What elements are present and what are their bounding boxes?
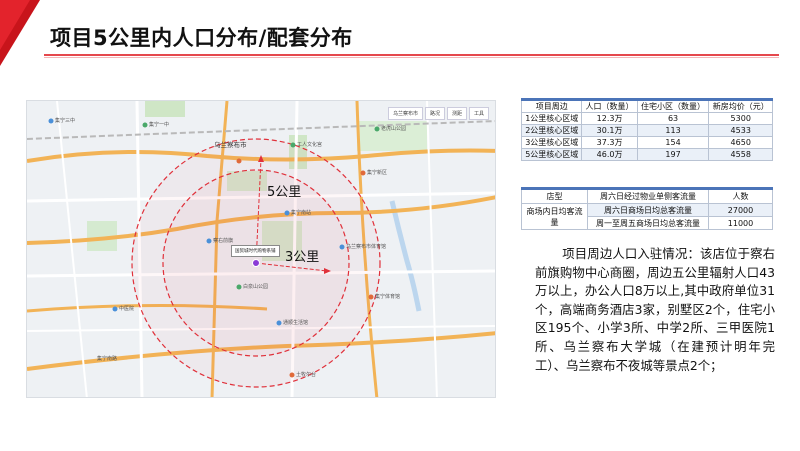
traffic-table: 店型 周六日经过物业单侧客流量 人数 商场内日均客流量 周六日商场日均总客流量 … — [521, 187, 773, 230]
poi-icon[interactable] — [360, 170, 366, 176]
poi-icon[interactable] — [112, 306, 118, 312]
poi-icon[interactable] — [289, 372, 295, 378]
map-place-label: 集宁体育馆 — [375, 294, 401, 300]
poi-icon[interactable] — [290, 142, 296, 148]
map-place-label: 老虎山公园 — [381, 126, 407, 132]
road — [426, 101, 438, 397]
table-row: 3公里核心区域 37.3万 154 4650 — [520, 136, 773, 149]
table-cell: 周六日商场日均总客流量 — [587, 203, 709, 217]
table-row-label: 商场内日均客流量 — [521, 203, 588, 230]
table-header-cell: 人口（数量） — [581, 98, 638, 113]
table-header-row: 项目周边 人口（数量） 住宅小区（数量） 新房均价（元） — [520, 98, 773, 113]
map-traffic-button[interactable]: 路况 — [424, 107, 445, 120]
map-place-label: 乌兰察布市体育馆 — [346, 244, 387, 250]
table-cell: 4533 — [708, 124, 773, 137]
table-cell: 2公里核心区域 — [520, 124, 583, 137]
poi-icon[interactable] — [339, 244, 345, 250]
table-cell: 4558 — [708, 148, 773, 161]
table-cell: 30.1万 — [581, 124, 638, 137]
population-table: 项目周边 人口（数量） 住宅小区（数量） 新房均价（元） 1公里核心区域 12.… — [520, 98, 773, 161]
table-cell: 3公里核心区域 — [520, 136, 583, 149]
poi-icon[interactable] — [276, 320, 282, 326]
project-location-label: 国贸城时代购物系铺 — [231, 245, 280, 257]
title-underline — [44, 54, 779, 56]
table-header-cell: 项目周边 — [520, 98, 583, 113]
poi-icon[interactable] — [48, 118, 54, 124]
table-cell: 4650 — [708, 136, 773, 149]
map-place-label: 集宁一中 — [149, 122, 170, 128]
table-row: 商场内日均客流量 周六日商场日均总客流量 27000 — [521, 203, 773, 230]
table-cell: 27000 — [708, 203, 773, 217]
table-cell: 154 — [636, 136, 710, 149]
map-place-label: 中医院 — [119, 306, 135, 312]
poi-icon[interactable] — [236, 158, 242, 164]
poi-icon[interactable] — [368, 294, 374, 300]
header-corner-accent-inner — [0, 0, 30, 50]
page-title: 项目5公里内人口分布/配套分布 — [50, 26, 353, 50]
ring-3km-label: 3公里 — [285, 250, 320, 265]
map-city-label: 乌兰察布市 — [214, 141, 247, 149]
map-tools-button[interactable]: 工具 — [468, 107, 489, 120]
map-measure-button[interactable]: 测距 — [446, 107, 467, 120]
map-place-label: 工人文化宫 — [297, 142, 323, 148]
poi-icon[interactable] — [206, 238, 212, 244]
table-cell: 5公里核心区域 — [520, 148, 583, 161]
table-row: 2公里核心区域 30.1万 113 4533 — [520, 124, 773, 137]
table-header-cell: 周六日经过物业单侧客流量 — [587, 187, 709, 204]
table-cell: 63 — [636, 112, 710, 125]
road — [56, 101, 88, 397]
map-place-label: 通顺生活馆 — [283, 320, 309, 326]
table-cell: 197 — [636, 148, 710, 161]
map-place-label: 集宁南站 — [291, 210, 312, 216]
table-header-cell: 住宅小区（数量） — [636, 98, 710, 113]
location-map[interactable]: 乌兰察布市 路况 测距 工具 乌兰察布市 集宁三中 集宁一中 工人文化宫 老虎山… — [26, 100, 496, 398]
table-header-cell: 店型 — [521, 187, 588, 204]
poi-icon[interactable] — [374, 126, 380, 132]
table-cell: 46.0万 — [581, 148, 638, 161]
table-header-cell: 人数 — [708, 187, 773, 204]
table-cell: 5300 — [708, 112, 773, 125]
map-place-label: 集宁三中 — [55, 118, 76, 124]
title-underline-thin — [44, 57, 779, 58]
project-location-marker-icon[interactable] — [252, 259, 260, 267]
table-cell: 113 — [636, 124, 710, 137]
table-row: 1公里核心区域 12.3万 63 5300 — [520, 112, 773, 125]
map-city-button[interactable]: 乌兰察布市 — [387, 107, 423, 120]
map-place-label: 察右前旗 — [213, 238, 234, 244]
map-place-label: 集宁南路 — [97, 356, 118, 362]
map-place-label: 集宁新区 — [367, 170, 388, 176]
ring-5km-label: 5公里 — [267, 185, 302, 200]
table-row: 5公里核心区域 46.0万 197 4558 — [520, 148, 773, 161]
table-header-cell: 新房均价（元） — [708, 98, 773, 113]
park-area — [145, 101, 185, 117]
description-paragraph: 项目周边人口入驻情况：该店位于察右前旗购物中心商圈，周边五公里辐射人口43万以上… — [535, 246, 775, 373]
poi-icon[interactable] — [236, 284, 242, 290]
table-cell: 1公里核心区域 — [520, 112, 583, 125]
map-place-label: 土牧尔台 — [296, 372, 317, 378]
map-toolbar: 乌兰察布市 路况 测距 工具 — [387, 107, 489, 120]
map-place-label: 白泉山公园 — [243, 284, 269, 290]
table-cell: 12.3万 — [581, 112, 638, 125]
table-cell: 11000 — [708, 216, 773, 230]
table-cell: 37.3万 — [581, 136, 638, 149]
poi-icon[interactable] — [142, 122, 148, 128]
table-cell: 周一至周五商场日均总客流量 — [587, 216, 709, 230]
table-header-row: 店型 周六日经过物业单侧客流量 人数 — [521, 187, 773, 204]
poi-icon[interactable] — [284, 210, 290, 216]
